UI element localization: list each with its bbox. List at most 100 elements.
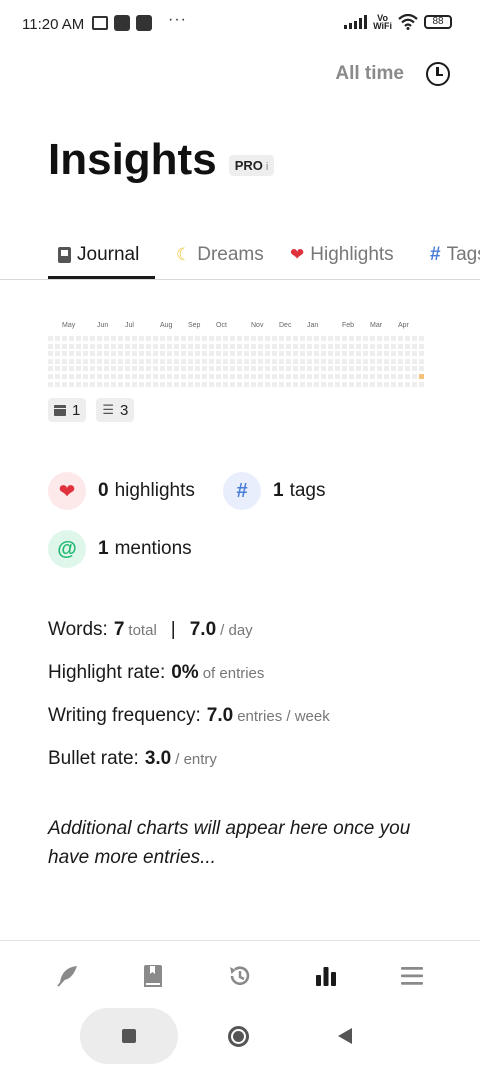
- heatmap-cell: [335, 381, 340, 387]
- heatmap-cell: [111, 374, 116, 379]
- heatmap-cell: [167, 358, 172, 364]
- heatmap-cell: [202, 336, 207, 341]
- heatmap-cell: [111, 358, 116, 364]
- heatmap-cell: [384, 351, 389, 357]
- pro-badge[interactable]: PRO i: [228, 155, 275, 176]
- heatmap-cell: [174, 358, 179, 364]
- heatmap-cell: [412, 336, 417, 341]
- tab-journal[interactable]: Journal: [58, 244, 139, 266]
- heatmap-cell: [321, 343, 326, 349]
- heatmap-cell: [377, 358, 382, 364]
- heatmap-cell: [251, 366, 256, 372]
- heatmap-cell: [391, 381, 396, 387]
- heatmap-cell: [188, 336, 193, 341]
- heatmap-cell: [258, 358, 263, 364]
- heatmap-cell: [405, 381, 410, 387]
- heatmap-cell: [97, 366, 102, 372]
- home-icon[interactable]: [228, 1026, 249, 1047]
- heatmap-cell: [111, 343, 116, 349]
- nav-write[interactable]: [53, 961, 83, 991]
- heatmap-cell: [370, 343, 375, 349]
- heatmap-cell: [286, 351, 291, 357]
- heatmap-cell: [223, 366, 228, 372]
- time-range-filter[interactable]: All time: [335, 63, 404, 85]
- heatmap-cell: [209, 336, 214, 341]
- heatmap-cell: [160, 374, 165, 379]
- heatmap-cell: [104, 351, 109, 357]
- tags-stat[interactable]: # 1 tags: [223, 472, 326, 510]
- heatmap-cell: [237, 343, 242, 349]
- heatmap-cell: [286, 374, 291, 379]
- journal-book-icon: [144, 965, 162, 987]
- heatmap-cell: [104, 336, 109, 341]
- heatmap-cell: [405, 351, 410, 357]
- heatmap-cell: [202, 358, 207, 364]
- nav-journal[interactable]: [138, 961, 168, 991]
- heatmap-cell: [398, 366, 403, 372]
- heatmap-cell: [216, 351, 221, 357]
- heatmap-cell: [328, 381, 333, 387]
- heatmap-cell: [279, 343, 284, 349]
- tab-dreams[interactable]: ☾ Dreams: [176, 244, 264, 266]
- heatmap-cell: [398, 336, 403, 341]
- wifi-icon: [398, 14, 418, 30]
- highlights-stat[interactable]: ❤ 0 highlights: [48, 472, 195, 510]
- more-charts-note: Additional charts will appear here once …: [48, 818, 411, 868]
- heatmap-cell: [76, 381, 81, 387]
- heatmap-cell: [384, 358, 389, 364]
- heatmap-month-label: Jun: [97, 322, 109, 329]
- heatmap-cell: [265, 351, 270, 357]
- heatmap-cell: [48, 381, 53, 387]
- signal-icon: [344, 15, 368, 29]
- heatmap-cell: [342, 336, 347, 341]
- heatmap-month-label: Nov: [251, 322, 264, 329]
- heatmap-cell: [244, 351, 249, 357]
- heatmap-cell: [230, 358, 235, 364]
- heatmap-cell: [153, 358, 158, 364]
- heatmap-cell: [174, 343, 179, 349]
- back-icon[interactable]: [338, 1028, 352, 1044]
- heatmap-cell: [188, 381, 193, 387]
- heatmap-cell: [139, 351, 144, 357]
- recents-icon[interactable]: [122, 1029, 136, 1043]
- tab-tags[interactable]: # Tags: [430, 244, 480, 266]
- heatmap-cell: [321, 351, 326, 357]
- heatmap-cell: [76, 351, 81, 357]
- history-icon: [230, 966, 250, 985]
- heart-icon: ❤: [48, 472, 86, 510]
- heatmap-cell: [237, 336, 242, 341]
- heatmap-cell: [76, 358, 81, 364]
- heatmap-cell: [237, 358, 242, 364]
- heatmap-cell: [265, 343, 270, 349]
- nav-history[interactable]: [225, 961, 255, 991]
- heatmap-cell: [146, 358, 151, 364]
- menu-icon: [401, 967, 423, 985]
- heatmap-cell: [293, 374, 298, 379]
- tab-highlights[interactable]: ❤ Highlights: [290, 244, 394, 266]
- heatmap-cell: [230, 336, 235, 341]
- hash-icon: #: [223, 472, 261, 510]
- heatmap-cell: [195, 358, 200, 364]
- nav-menu[interactable]: [397, 961, 427, 991]
- heatmap-cell: [160, 351, 165, 357]
- heatmap-cell: [398, 374, 403, 379]
- heatmap-cell: [272, 358, 277, 364]
- heatmap-cell: [125, 351, 130, 357]
- heatmap-cell: [118, 366, 123, 372]
- nav-insights[interactable]: [311, 961, 341, 991]
- heatmap-cell: [132, 374, 137, 379]
- heatmap-cell: [244, 343, 249, 349]
- mentions-stat[interactable]: @ 1 mentions: [48, 530, 192, 568]
- heatmap-cell: [139, 381, 144, 387]
- days-chip: 1: [48, 398, 87, 422]
- bullet-rate-metric: Bullet rate: 3.0/ entry: [48, 748, 217, 769]
- heatmap-cell: [370, 358, 375, 364]
- heatmap-cell: [139, 374, 144, 379]
- heatmap-cell: [412, 366, 417, 372]
- clock-icon[interactable]: [426, 62, 450, 86]
- heatmap-cell: [258, 336, 263, 341]
- heatmap-cell: [244, 336, 249, 341]
- heatmap-cell: [132, 336, 137, 341]
- heatmap-cell: [230, 366, 235, 372]
- heatmap-cell: [286, 358, 291, 364]
